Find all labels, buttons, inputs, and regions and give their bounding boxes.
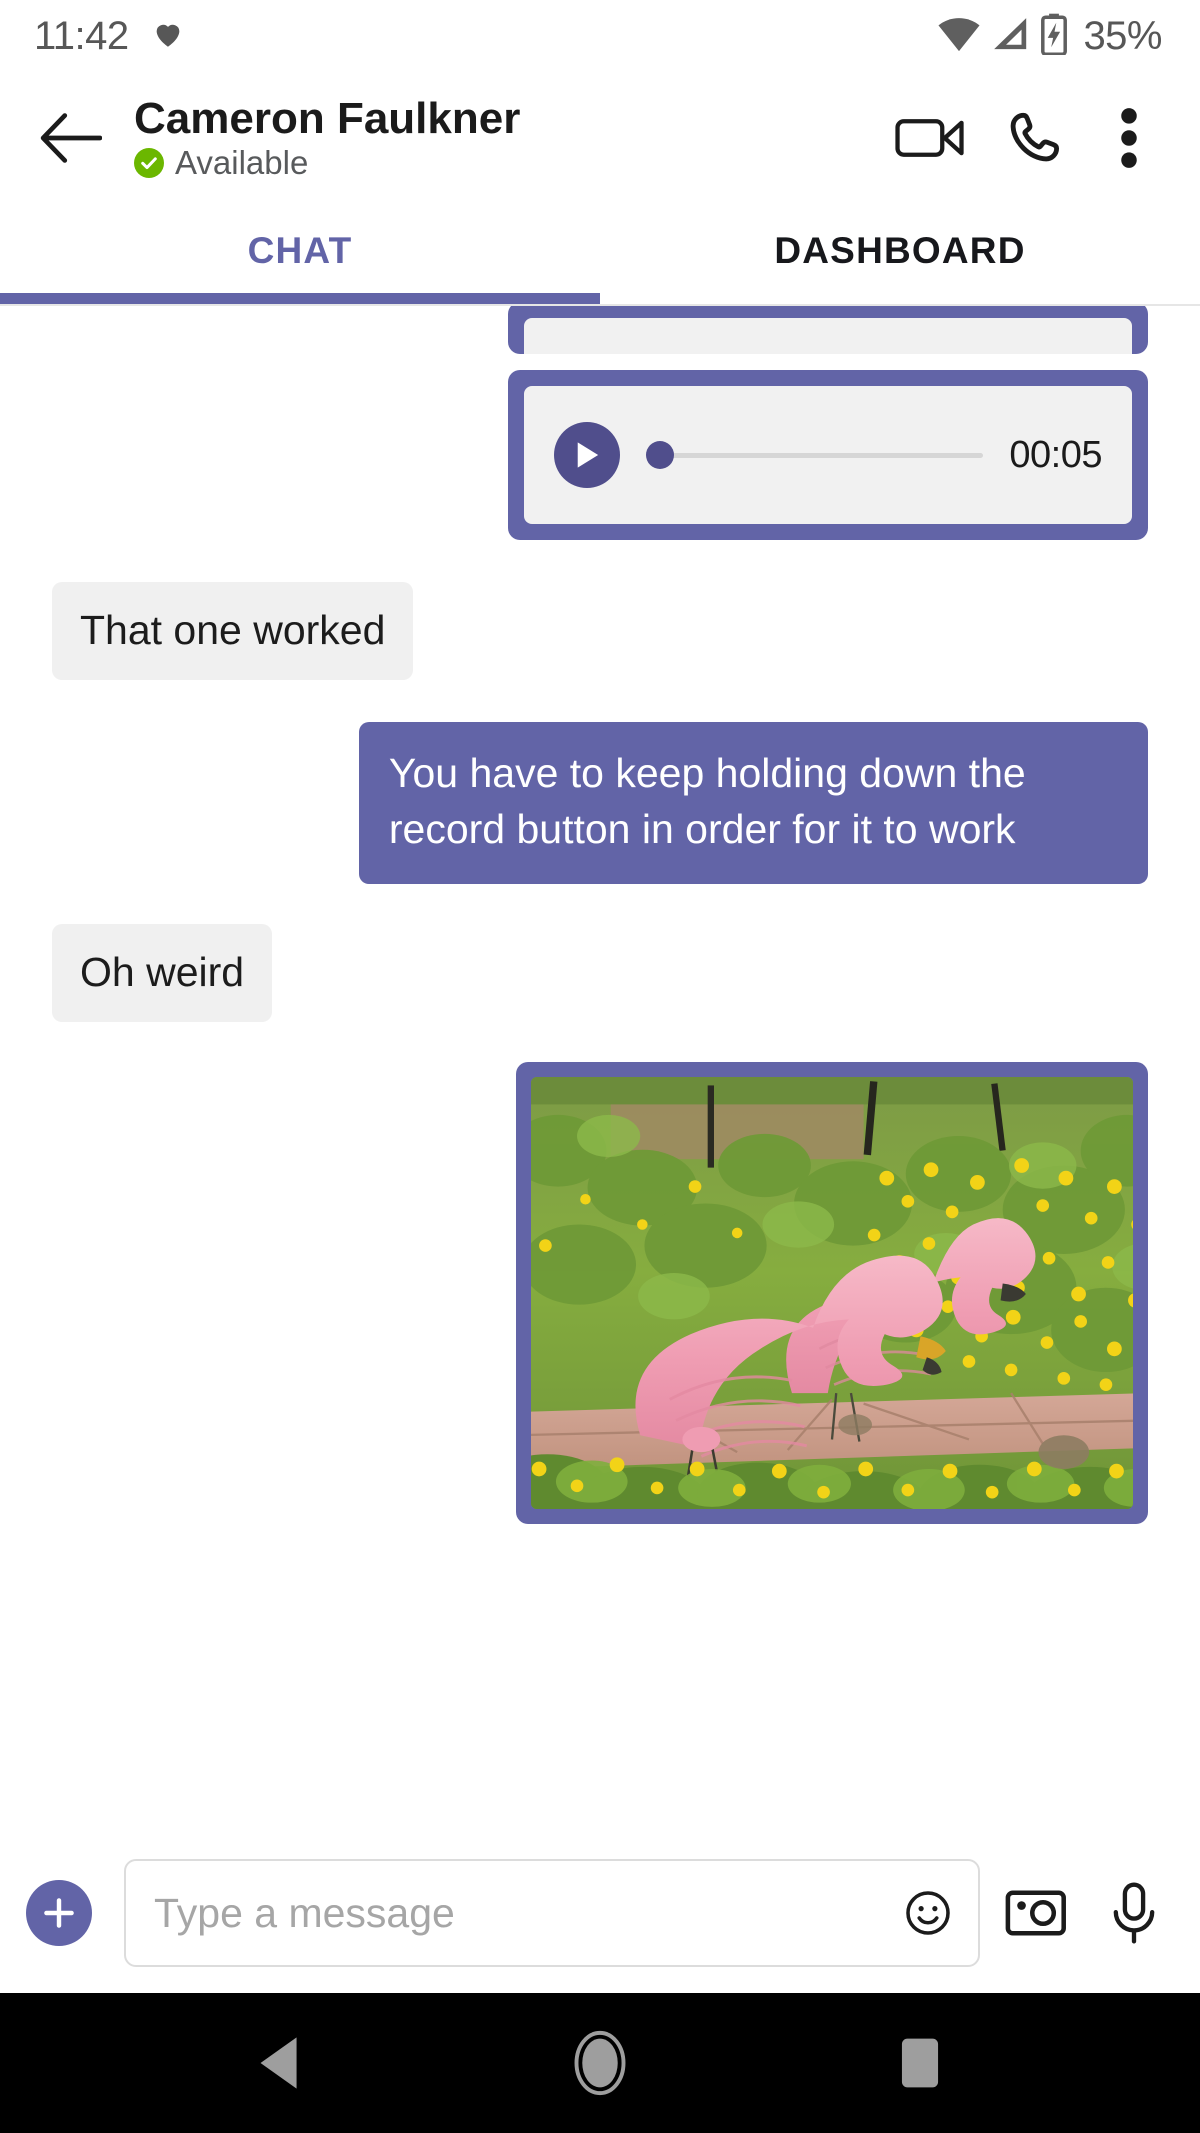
heart-icon [151, 17, 185, 56]
audio-message-clipped[interactable] [508, 306, 1148, 354]
android-nav-bar [0, 1993, 1200, 2133]
android-home-button[interactable] [535, 1998, 665, 2128]
message-row [52, 1062, 1148, 1525]
image-message-bubble[interactable] [516, 1062, 1148, 1525]
tab-active-indicator [0, 293, 600, 304]
audio-seek-thumb[interactable] [646, 441, 674, 469]
tab-bar: CHAT DASHBOARD [0, 204, 1200, 304]
status-bar-right: 35% [937, 13, 1162, 60]
message-row: 00:05 [52, 370, 1148, 540]
audio-card-stub [524, 318, 1132, 354]
camera-button[interactable] [994, 1871, 1078, 1955]
more-vertical-icon [1121, 108, 1137, 168]
audio-player: 00:05 [524, 386, 1132, 524]
android-back-button[interactable] [215, 1998, 345, 2128]
video-call-button[interactable] [878, 86, 982, 190]
more-options-button[interactable] [1086, 86, 1172, 190]
nav-back-icon [260, 2037, 297, 2089]
message-input[interactable] [154, 1889, 900, 1937]
cellular-signal-icon [990, 16, 1030, 57]
tab-dashboard[interactable]: DASHBOARD [600, 204, 1200, 304]
chat-header: Cameron Faulkner Available [0, 72, 1200, 204]
message-row: Oh weird [52, 923, 1148, 1023]
emoji-button[interactable] [900, 1885, 956, 1941]
status-bar: 11:42 35% [0, 0, 1200, 72]
smiley-icon [906, 1891, 950, 1935]
contact-name: Cameron Faulkner [134, 94, 521, 144]
incoming-message-bubble[interactable]: Oh weird [52, 923, 273, 1023]
message-row: You have to keep holding down the record… [52, 722, 1148, 884]
audio-seek-bar[interactable] [646, 435, 984, 475]
microphone-icon [1113, 1882, 1155, 1944]
camera-icon [1005, 1890, 1066, 1936]
message-row [52, 306, 1148, 354]
status-clock: 11:42 [34, 13, 129, 58]
nav-home-icon [574, 2030, 626, 2096]
presence-available-icon [134, 147, 164, 178]
phone-screen: 11:42 35% Cameron Faulkner Available CHA… [0, 0, 1200, 2133]
battery-percent-label: 35% [1083, 13, 1162, 58]
tab-chat[interactable]: CHAT [0, 204, 600, 304]
audio-message-bubble[interactable]: 00:05 [508, 370, 1148, 540]
plus-icon [44, 1898, 74, 1928]
back-button[interactable] [30, 97, 112, 179]
audio-call-button[interactable] [982, 86, 1086, 190]
audio-seek-track [646, 452, 984, 458]
battery-charging-icon [1039, 13, 1069, 60]
outgoing-message-bubble[interactable]: You have to keep holding down the record… [358, 722, 1148, 884]
play-icon [577, 442, 599, 468]
audio-play-button[interactable] [554, 422, 620, 488]
message-row: That one worked [52, 582, 1148, 681]
header-actions [878, 86, 1172, 190]
android-recents-button[interactable] [855, 1998, 985, 2128]
audio-duration-label: 00:05 [1009, 433, 1102, 476]
message-input-wrapper[interactable] [124, 1859, 980, 1967]
nav-recents-icon [901, 2038, 939, 2088]
phone-icon [1010, 112, 1060, 162]
header-contact-info[interactable]: Cameron Faulkner Available [134, 95, 878, 181]
message-list[interactable]: 00:05 That one worked You have to keep h… [0, 306, 1200, 1833]
flamingo-photo[interactable] [531, 1077, 1133, 1510]
wifi-icon [937, 16, 981, 57]
back-arrow-icon [40, 113, 102, 163]
status-bar-left: 11:42 [34, 14, 185, 59]
presence-row: Available [134, 143, 878, 181]
microphone-button[interactable] [1092, 1871, 1176, 1955]
message-composer [0, 1833, 1200, 1993]
add-attachment-button[interactable] [26, 1880, 92, 1946]
incoming-message-bubble[interactable]: That one worked [52, 582, 414, 681]
video-camera-icon [895, 119, 964, 157]
presence-label: Available [175, 143, 309, 181]
